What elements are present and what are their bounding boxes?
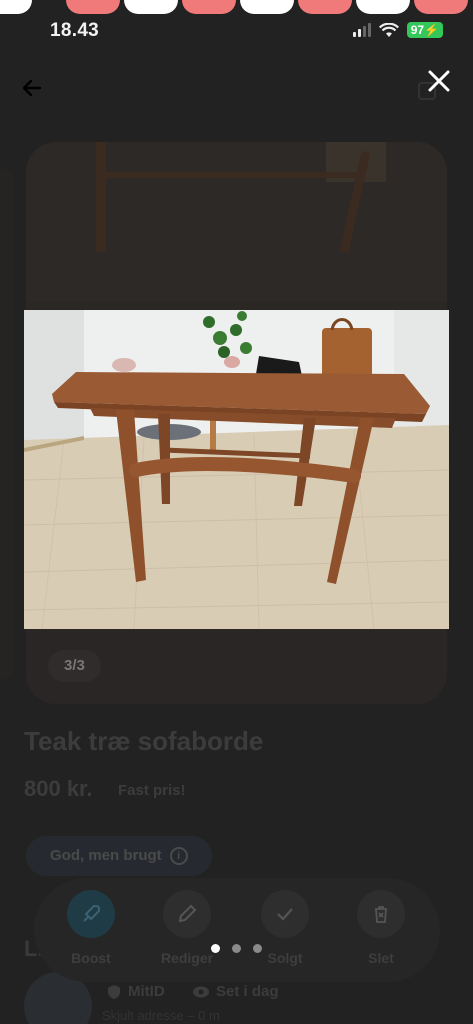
eye-icon [193, 986, 209, 997]
edit-button[interactable]: Rediger [152, 890, 222, 966]
pager-dot-active[interactable] [211, 944, 220, 953]
seen-today-label: Set i dag [216, 983, 279, 1000]
hidden-address: Skjult adresse – 0 m [102, 1008, 220, 1023]
charging-bolt-icon: ⚡ [424, 23, 439, 37]
close-icon[interactable] [424, 66, 454, 96]
verified-shield-icon [108, 984, 120, 999]
condition-label: God, men brugt [50, 847, 162, 864]
listing-price: 800 kr. [24, 776, 93, 801]
mitid-label: MitID [128, 983, 165, 1000]
pager-dot[interactable] [253, 944, 262, 953]
pager-dot[interactable] [232, 944, 241, 953]
boost-button[interactable]: Boost [56, 890, 126, 966]
previous-image-peek [0, 168, 14, 680]
sold-button[interactable]: Solgt [250, 890, 320, 966]
gallery-image-dimmed [26, 142, 447, 302]
wifi-icon [378, 22, 399, 37]
status-icons: 97⚡ [352, 22, 443, 38]
teak-coffee-table-photo [24, 310, 449, 629]
checkmark-icon [261, 890, 309, 938]
rocket-icon [67, 890, 115, 938]
condition-badge[interactable]: God, men brugt i [26, 836, 212, 876]
price-note: Fast pris! [118, 782, 186, 799]
trash-icon [357, 890, 405, 938]
gallery-counter: 3/3 [48, 650, 101, 682]
fullscreen-photo[interactable] [24, 310, 449, 629]
delete-button[interactable]: Slet [346, 890, 416, 966]
cellular-signal-icon [352, 23, 371, 37]
pencil-icon [163, 890, 211, 938]
battery-indicator: 97⚡ [406, 22, 443, 38]
status-bar: 18.43 97⚡ [0, 0, 473, 60]
status-time: 18.43 [50, 20, 100, 41]
seen-today-badge: Set i dag [192, 983, 279, 1000]
info-icon: i [169, 847, 188, 865]
image-pager [0, 944, 473, 953]
mitid-badge: MitID [106, 983, 165, 1000]
back-arrow-icon[interactable] [20, 76, 44, 100]
battery-level: 97 [410, 23, 425, 37]
owner-action-bar: Boost Rediger Solgt Slet [34, 878, 440, 982]
listing-title: Teak træ sofaborde [24, 726, 264, 756]
